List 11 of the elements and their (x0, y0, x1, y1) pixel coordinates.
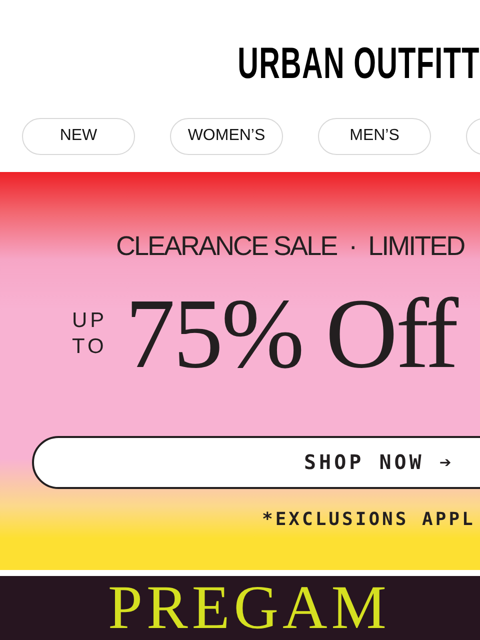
headline-prefix: TO (72, 336, 108, 358)
category-pill[interactable]: WOMEN’S (170, 118, 283, 155)
category-pill[interactable]: NEW (22, 118, 135, 155)
exclusions-note: *EXCLUSIONS APPL (262, 508, 476, 530)
category-pill[interactable]: MEN’S (318, 118, 431, 155)
brand-logo[interactable]: URBAN OUTFITT (238, 42, 480, 86)
headline-prefix: UP (72, 310, 108, 332)
sale-headline: 75% Off (124, 278, 460, 390)
shop-now-button[interactable]: SHOP NOW ➔ (32, 436, 480, 489)
banner-headline: PREGAM (108, 578, 392, 638)
sale-eyebrow: CLEARANCE SALE · LIMITED (116, 230, 466, 262)
